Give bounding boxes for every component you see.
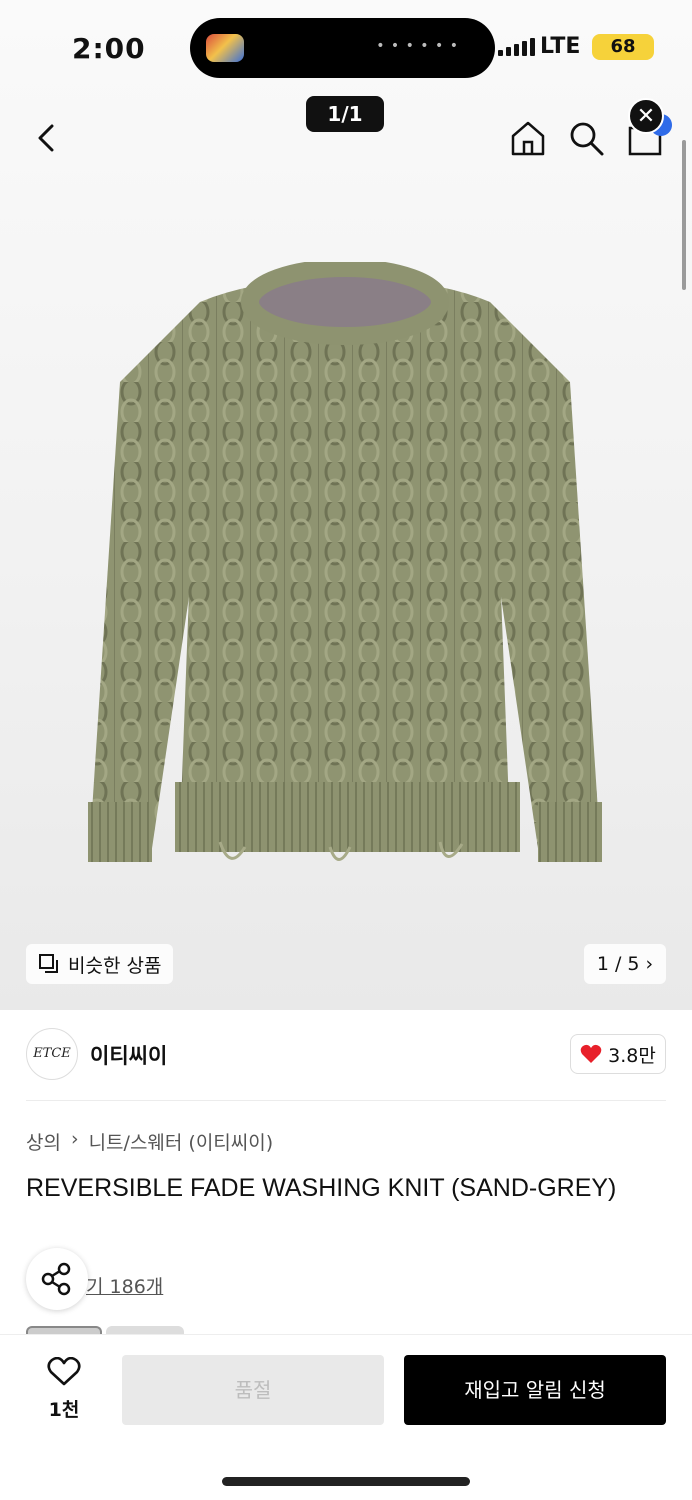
breadcrumb: 상의 › 니트/스웨터 (이티씨이) — [26, 1128, 273, 1155]
back-arrow-icon[interactable] — [30, 118, 66, 158]
share-button[interactable] — [26, 1248, 88, 1310]
breadcrumb-item[interactable]: 상의 — [26, 1128, 61, 1155]
status-time: 2:00 — [72, 32, 146, 65]
wishlist-button[interactable]: 1천 — [40, 1356, 88, 1422]
divider — [26, 1100, 666, 1101]
battery-indicator: 68 — [592, 34, 654, 60]
chevron-right-icon: › — [645, 953, 654, 975]
signal-icon — [498, 38, 535, 56]
top-navigation: 1/1 — [0, 92, 692, 182]
home-indicator[interactable] — [222, 1477, 470, 1486]
heart-filled-icon — [580, 1044, 602, 1063]
search-icon[interactable] — [566, 118, 606, 158]
product-photo — [88, 262, 602, 862]
home-icon[interactable] — [508, 118, 548, 158]
similar-products-button[interactable]: 비슷한 상품 — [26, 944, 174, 984]
network-type: LTE — [540, 34, 581, 59]
restock-alert-button[interactable]: 재입고 알림 신청 — [404, 1355, 666, 1425]
bottom-action-bar: 1천 품절 재입고 알림 신청 — [0, 1334, 692, 1500]
scrollbar[interactable] — [682, 140, 686, 290]
close-icon[interactable]: ✕ — [628, 98, 664, 134]
brand-name[interactable]: 이티씨이 — [90, 1040, 167, 1070]
brand-logo[interactable]: ETCE — [26, 1028, 78, 1080]
dynamic-island: • • • • • • — [190, 18, 495, 78]
similar-label: 비슷한 상품 — [68, 954, 162, 977]
island-dots: • • • • • • — [376, 38, 459, 54]
brand-like-button[interactable]: 3.8만 — [570, 1034, 666, 1074]
share-icon — [41, 1262, 71, 1296]
breadcrumb-item[interactable]: 니트/스웨터 (이티씨이) — [89, 1128, 274, 1155]
breadcrumb-separator-icon: › — [70, 1128, 79, 1150]
live-activity-icon — [206, 34, 244, 62]
status-bar: 2:00 • • • • • • LTE 68 — [0, 0, 692, 92]
heart-outline-icon — [47, 1356, 81, 1386]
gallery-page-indicator[interactable]: 1 / 5 › — [584, 944, 666, 984]
brand-like-count: 3.8만 — [608, 1044, 656, 1067]
page-indicator-text: 1 / 5 — [596, 953, 640, 975]
wishlist-count: 1천 — [48, 1399, 80, 1421]
image-counter: 1/1 — [306, 96, 384, 132]
soldout-button: 품절 — [122, 1355, 384, 1425]
product-title: REVERSIBLE FADE WASHING KNIT (SAND-GREY) — [26, 1174, 617, 1202]
similar-icon — [39, 954, 58, 973]
review-count-link[interactable]: 기 186개 — [86, 1272, 163, 1299]
